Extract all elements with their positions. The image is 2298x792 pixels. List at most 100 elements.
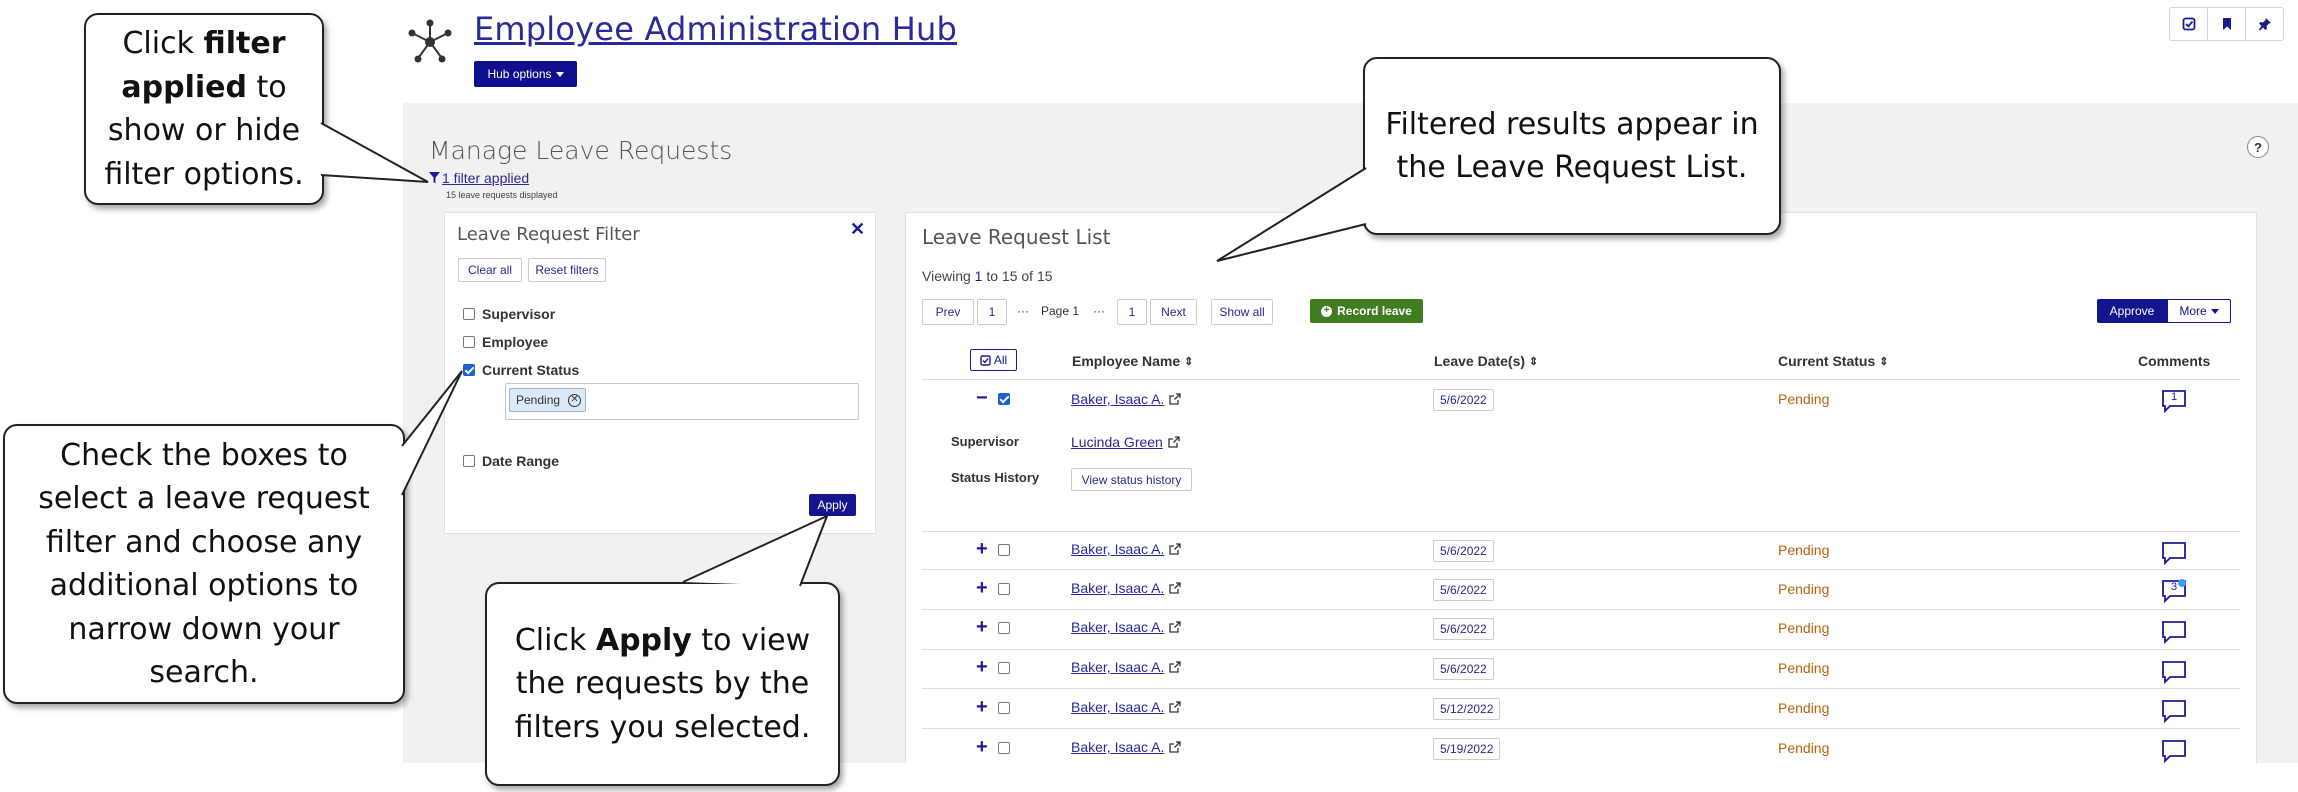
status-value: Pending (1778, 542, 1830, 558)
last-page-button[interactable]: 1 (1117, 299, 1147, 325)
comments-button[interactable] (2161, 541, 2187, 566)
comments-button[interactable] (2161, 620, 2187, 645)
employee-name: Baker, Isaac A. (1071, 659, 1165, 675)
supervisor-link[interactable]: Lucinda Green (1071, 434, 1180, 450)
filter-applied-toggle[interactable]: 1 filter applied (429, 170, 529, 186)
employee-link[interactable]: Baker, Isaac A. (1071, 739, 1182, 755)
leave-date-badge[interactable]: 5/12/2022 (1433, 698, 1501, 720)
employee-link[interactable]: Baker, Isaac A. (1071, 580, 1182, 596)
employee-link[interactable]: Baker, Isaac A. (1071, 659, 1182, 675)
row-checkbox[interactable] (998, 702, 1010, 714)
row-checkbox[interactable] (998, 742, 1010, 754)
row-checkbox[interactable] (998, 583, 1010, 595)
supervisor-filter-checkbox[interactable] (463, 308, 475, 320)
speech-bubble-icon (2162, 621, 2186, 645)
close-filter-icon[interactable]: ✕ (850, 219, 865, 240)
row-divider (922, 728, 2240, 729)
prev-page-button[interactable]: Prev (922, 299, 974, 325)
pagination-ellipsis: ··· (1017, 304, 1029, 318)
requests-count: 15 leave requests displayed (446, 190, 558, 200)
row-checkbox[interactable] (998, 662, 1010, 674)
comments-button[interactable]: 1 (2161, 389, 2187, 414)
external-link-icon (1169, 701, 1182, 713)
date-range-filter-label: Date Range (482, 453, 560, 469)
employee-link[interactable]: Baker, Isaac A. (1071, 619, 1182, 635)
current-status-filter-label: Current Status (482, 362, 580, 378)
first-page-button[interactable]: 1 (977, 299, 1007, 325)
column-header-employee-name[interactable]: Employee Name ⇕ (1072, 353, 1193, 369)
comments-button[interactable] (2161, 699, 2187, 724)
reset-filters-button[interactable]: Reset filters (528, 258, 606, 282)
record-leave-button[interactable]: + Record leave (1310, 299, 1423, 323)
help-button[interactable]: ? (2247, 136, 2269, 158)
external-link-icon (1169, 582, 1182, 594)
toolbar-group (2169, 7, 2284, 41)
leave-date-badge[interactable]: 5/6/2022 (1433, 579, 1494, 601)
show-all-button[interactable]: Show all (1211, 299, 1273, 325)
check-square-icon (2182, 17, 2195, 31)
clear-all-button[interactable]: Clear all (458, 258, 522, 282)
leave-date-badge[interactable]: 5/6/2022 (1433, 618, 1494, 640)
employee-link[interactable]: Baker, Isaac A. (1071, 541, 1182, 557)
callout-results-text: Filtered results appear in the Leave Req… (1385, 106, 1759, 186)
hub-options-button[interactable]: Hub options (474, 61, 577, 87)
tasks-button[interactable] (2170, 8, 2208, 40)
pin-button[interactable] (2246, 8, 2283, 40)
row-checkbox[interactable] (998, 393, 1010, 405)
row-divider (922, 609, 2240, 610)
expand-row-icon[interactable]: + (976, 578, 988, 598)
supervisor-detail-label: Supervisor (951, 434, 1019, 449)
expand-row-icon[interactable]: + (976, 737, 988, 757)
leave-date-badge[interactable]: 5/6/2022 (1433, 389, 1494, 411)
expand-row-icon[interactable]: + (976, 539, 988, 559)
select-all-button[interactable]: All (970, 349, 1017, 371)
leave-date-badge[interactable]: 5/19/2022 (1433, 738, 1501, 760)
employee-filter-checkbox[interactable] (463, 336, 475, 348)
expand-row-icon[interactable]: + (976, 617, 988, 637)
record-leave-label: Record leave (1337, 304, 1412, 318)
leave-date-badge[interactable]: 5/6/2022 (1433, 540, 1494, 562)
caret-down-icon (2210, 308, 2219, 314)
callout-bold: Apply (595, 622, 692, 658)
supervisor-filter-label: Supervisor (482, 306, 556, 322)
row-checkbox[interactable] (998, 544, 1010, 556)
row-checkbox[interactable] (998, 622, 1010, 634)
employee-filter-label: Employee (482, 334, 549, 350)
expand-row-icon[interactable]: + (976, 657, 988, 677)
next-page-button[interactable]: Next (1150, 299, 1197, 325)
employee-link[interactable]: Baker, Isaac A. (1071, 699, 1182, 715)
more-button[interactable]: More (2167, 299, 2231, 323)
approve-button[interactable]: Approve (2097, 299, 2167, 323)
caret-down-icon (555, 71, 564, 77)
comments-button[interactable]: 3 (2161, 579, 2187, 604)
pagination-ellipsis: ··· (1093, 304, 1105, 318)
hub-title-link[interactable]: Employee Administration Hub (474, 10, 957, 48)
leave-date-badge[interactable]: 5/6/2022 (1433, 658, 1494, 680)
callout-checkboxes: Check the boxes to select a leave reques… (3, 424, 405, 704)
row-divider (922, 688, 2240, 689)
employee-link[interactable]: Baker, Isaac A. (1071, 391, 1182, 407)
current-status-filter-checkbox[interactable] (463, 364, 475, 376)
viewing-range: to 15 of 15 (982, 268, 1053, 284)
remove-chip-icon[interactable]: ✕ (568, 393, 582, 407)
status-chip: Pending ✕ (509, 388, 586, 412)
column-header-comments: Comments (2138, 353, 2210, 369)
filter-applied-label: 1 filter applied (442, 170, 530, 186)
comments-button[interactable] (2161, 660, 2187, 685)
check-square-icon (980, 354, 991, 366)
column-header-leave-dates[interactable]: Leave Date(s) ⇕ (1434, 353, 1538, 369)
callout-apply: Click Apply to view the requests by the … (485, 582, 840, 786)
comments-button[interactable] (2161, 739, 2187, 764)
collapse-row-icon[interactable]: − (976, 388, 988, 408)
view-status-history-button[interactable]: View status history (1071, 468, 1192, 491)
column-header-current-status[interactable]: Current Status ⇕ (1778, 353, 1888, 369)
comment-count: 1 (2170, 391, 2178, 403)
callout-filter-applied: Click filter applied to show or hide fil… (84, 13, 324, 205)
date-range-filter-checkbox[interactable] (463, 455, 475, 467)
bookmark-button[interactable] (2208, 8, 2246, 40)
callout-results: Filtered results appear in the Leave Req… (1363, 57, 1781, 235)
list-panel-title: Leave Request List (922, 225, 1111, 249)
expand-row-icon[interactable]: + (976, 697, 988, 717)
employee-name: Baker, Isaac A. (1071, 619, 1165, 635)
apply-button[interactable]: Apply (809, 494, 856, 516)
